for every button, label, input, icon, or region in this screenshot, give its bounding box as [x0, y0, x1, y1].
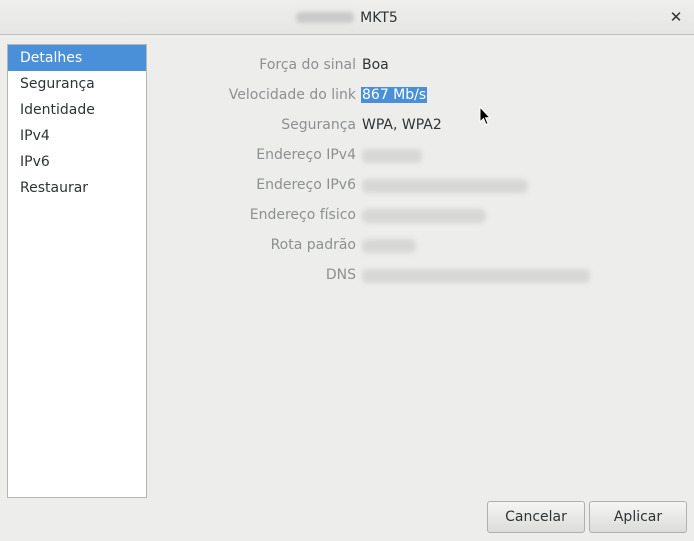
close-icon: ✕	[669, 8, 683, 26]
cancel-button[interactable]: Cancelar	[487, 501, 585, 533]
ipv4-value-redacted[interactable]	[362, 147, 422, 163]
detail-row-default-route: Rota padrão	[155, 230, 675, 260]
ipv6-label: Endereço IPv6	[256, 177, 356, 193]
default-route-value-redacted[interactable]	[362, 237, 416, 253]
detail-row-link-speed: Velocidade do link 867 Mb/s	[155, 80, 675, 110]
ipv4-label: Endereço IPv4	[256, 147, 356, 163]
link-speed-value[interactable]: 867 Mb/s	[361, 87, 428, 103]
sidebar: Detalhes Segurança Identidade IPv4 IPv6 …	[7, 44, 147, 498]
sidebar-item-ipv4[interactable]: IPv4	[8, 123, 146, 149]
redacted-title-prefix	[296, 12, 355, 23]
link-speed-label: Velocidade do link	[228, 87, 356, 103]
sidebar-item-seguranca[interactable]: Segurança	[8, 71, 146, 97]
detail-row-dns: DNS	[155, 260, 675, 290]
sidebar-item-restaurar[interactable]: Restaurar	[8, 175, 146, 201]
detail-row-ipv4: Endereço IPv4	[155, 140, 675, 170]
titlebar: MKT5 ✕	[0, 0, 694, 35]
default-route-label: Rota padrão	[270, 237, 356, 253]
detail-row-security: Segurança WPA, WPA2	[155, 110, 675, 140]
security-value[interactable]: WPA, WPA2	[362, 117, 442, 133]
sidebar-item-detalhes[interactable]: Detalhes	[8, 45, 146, 71]
sidebar-item-identidade[interactable]: Identidade	[8, 97, 146, 123]
sidebar-item-ipv6[interactable]: IPv6	[8, 149, 146, 175]
dns-value-redacted[interactable]	[362, 267, 590, 283]
detail-row-signal: Força do sinal Boa	[155, 50, 675, 80]
security-label: Segurança	[281, 117, 356, 133]
ipv6-value-redacted[interactable]	[362, 177, 528, 193]
mouse-pointer-icon	[479, 106, 491, 126]
details-panel: Força do sinal Boa Velocidade do link 86…	[155, 50, 675, 290]
title-area: MKT5	[0, 0, 694, 35]
hw-address-label: Endereço físico	[249, 207, 356, 223]
close-button[interactable]: ✕	[668, 9, 684, 25]
hw-address-value-redacted[interactable]	[362, 207, 486, 223]
dns-label: DNS	[325, 267, 356, 283]
signal-strength-value[interactable]: Boa	[362, 57, 389, 73]
detail-row-hw-address: Endereço físico	[155, 200, 675, 230]
signal-strength-label: Força do sinal	[259, 57, 356, 73]
apply-button[interactable]: Aplicar	[589, 501, 687, 533]
window-title: MKT5	[360, 9, 398, 26]
detail-row-ipv6: Endereço IPv6	[155, 170, 675, 200]
network-details-dialog: MKT5 ✕ Detalhes Segurança Identidade IPv…	[0, 0, 694, 541]
